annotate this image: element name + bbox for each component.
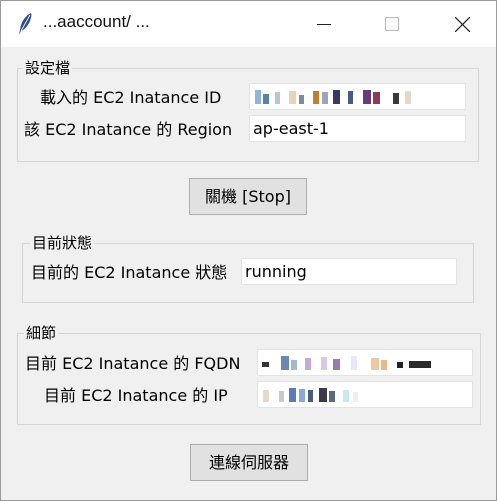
- region-label: 該 EC2 Inatance 的 Region: [24, 120, 233, 139]
- redacted-instance-id: [255, 89, 411, 104]
- state-field[interactable]: running: [241, 258, 457, 285]
- connect-button[interactable]: 連線伺服器: [190, 444, 308, 481]
- minimize-button[interactable]: [301, 1, 347, 47]
- redacted-ip: [263, 387, 358, 402]
- close-button[interactable]: [439, 1, 485, 47]
- window-title: ...aaccount/ ...: [43, 12, 150, 31]
- settings-legend: 設定檔: [23, 59, 73, 77]
- close-icon: [455, 17, 470, 32]
- maximize-button[interactable]: [369, 1, 415, 47]
- ip-field[interactable]: [257, 381, 473, 408]
- stop-button[interactable]: 關機 [Stop]: [189, 178, 307, 215]
- title-bar[interactable]: ...aaccount/ ...: [1, 1, 496, 47]
- instance-id-field[interactable]: [249, 83, 466, 110]
- fqdn-field[interactable]: [257, 349, 473, 376]
- feather-icon: [19, 13, 32, 35]
- app-window: ...aaccount/ ... 設定檔 載入的 EC2 Inatance ID: [0, 0, 497, 501]
- redacted-fqdn: [262, 355, 431, 370]
- fqdn-label: 目前 EC2 Inatance 的 FQDN: [25, 354, 241, 373]
- state-label: 目前的 EC2 Inatance 狀態: [31, 263, 228, 282]
- ip-label: 目前 EC2 Inatance 的 IP: [44, 386, 228, 405]
- details-legend: 細節: [24, 324, 59, 342]
- maximize-icon: [385, 17, 399, 31]
- minimize-icon: [317, 24, 331, 25]
- status-legend: 目前狀態: [30, 234, 95, 252]
- details-group: [17, 333, 481, 425]
- instance-id-label: 載入的 EC2 Inatance ID: [40, 88, 222, 107]
- region-field[interactable]: ap-east-1: [249, 115, 466, 142]
